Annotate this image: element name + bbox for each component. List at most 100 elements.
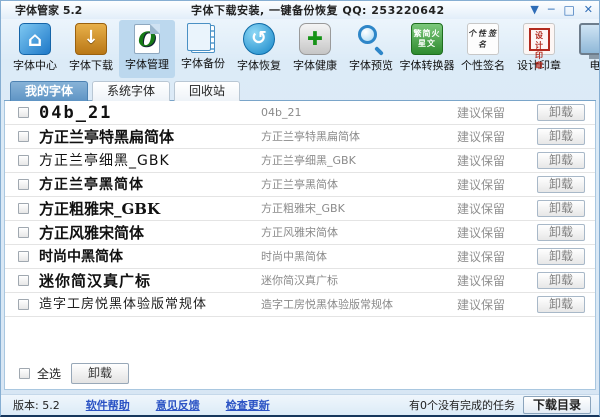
home-glyph: ⌂ xyxy=(20,24,50,54)
tab-bar: 我的字体 系统字体 回收站 xyxy=(4,81,596,101)
row-checkbox[interactable] xyxy=(18,107,29,118)
toolbar-item-font-download[interactable]: ↓ 字体下载 xyxy=(63,20,119,78)
row-checkbox[interactable] xyxy=(18,299,29,310)
toolbar-item-label: 字体转换器 xyxy=(399,57,455,73)
uninstall-selected-button[interactable]: 卸载 xyxy=(71,363,129,384)
row-checkbox[interactable] xyxy=(18,227,29,238)
uninstall-button[interactable]: 卸载 xyxy=(537,224,585,241)
skin-menu-icon[interactable]: ▼ xyxy=(530,1,538,19)
title-bar: 字体管家 5.2 字体下载安装, 一键备份恢复 QQ: 253220642 ▼ … xyxy=(1,1,599,19)
toolbar-item-label: 字体中心 xyxy=(7,57,63,73)
tab-recycle-bin[interactable]: 回收站 xyxy=(174,81,240,101)
toolbar-item-label: 电 xyxy=(567,57,599,73)
uninstall-button[interactable]: 卸载 xyxy=(537,248,585,265)
search-icon xyxy=(355,23,387,55)
font-display-name: 方正风雅宋简体 xyxy=(39,221,144,245)
table-row: 迷你简汉真广标 迷你简汉真广标 建议保留 卸载 xyxy=(5,269,595,293)
row-checkbox[interactable] xyxy=(18,155,29,166)
toolbar-item-label: 个性签名 xyxy=(455,57,511,73)
toolbar-item-label: 字体预览 xyxy=(343,57,399,73)
toolbar-item-label: 字体备份 xyxy=(175,55,231,71)
seal-text: 设计印章 xyxy=(529,28,550,51)
table-row: 造字工房悦黑体验版常规体 造字工房悦黑体验版常规体 建议保留 卸载 xyxy=(5,293,595,317)
toolbar-item-font-center[interactable]: ⌂ 字体中心 xyxy=(7,20,63,78)
font-plain-name: 时尚中黑简体 xyxy=(261,245,327,269)
uninstall-button[interactable]: 卸载 xyxy=(537,200,585,217)
status-bar: 版本: 5.2 软件帮助 意见反馈 检查更新 有0个没有完成的任务 下载目录 xyxy=(1,394,599,415)
font-plain-name: 方正兰亭黑简体 xyxy=(261,173,338,197)
toolbar-item-signature[interactable]: 个性签名 个性签名 xyxy=(455,20,511,78)
maximize-icon[interactable]: □ xyxy=(563,1,574,19)
keep-suggestion-label: 建议保留 xyxy=(457,197,505,221)
restore-glyph: ↺ xyxy=(244,24,274,53)
download-directory-button[interactable]: 下载目录 xyxy=(523,396,591,414)
toolbar-item-label: 字体恢复 xyxy=(231,57,287,73)
toolbar-item-font-preview[interactable]: 字体预览 xyxy=(343,20,399,78)
toolbar-item-font-health[interactable]: ✚ 字体健康 xyxy=(287,20,343,78)
toolbar-item-seal-design[interactable]: 设计印章 设计印章 xyxy=(511,20,567,78)
keep-suggestion-label: 建议保留 xyxy=(457,269,505,293)
uninstall-button[interactable]: 卸载 xyxy=(537,176,585,193)
help-link[interactable]: 软件帮助 xyxy=(86,397,130,413)
toolbar-item-font-backup[interactable]: 字体备份 xyxy=(175,20,231,78)
keep-suggestion-label: 建议保留 xyxy=(457,101,505,125)
toolbar-item-clipped[interactable]: 电 xyxy=(567,20,599,78)
home-icon: ⌂ xyxy=(19,23,51,55)
font-display-name: 04b_21 xyxy=(39,101,112,125)
toolbar-item-font-manage[interactable]: O 字体管理 xyxy=(119,20,175,78)
health-cross-icon: ✚ xyxy=(299,23,331,55)
table-row: 方正风雅宋简体 方正风雅宋简体 建议保留 卸载 xyxy=(5,221,595,245)
seal-icon: 设计印章 xyxy=(523,23,555,55)
uninstall-button[interactable]: 卸载 xyxy=(537,128,585,145)
app-title: 字体管家 5.2 xyxy=(15,2,82,18)
minimize-icon[interactable]: ─ xyxy=(548,1,555,19)
table-row: 方正兰亭细黑_GBK 方正兰亭细黑_GBK 建议保留 卸载 xyxy=(5,149,595,173)
toolbar: ⌂ 字体中心 ↓ 字体下载 O 字体管理 字体备份 ↺ 字体恢复 ✚ 字体健康 … xyxy=(1,20,599,78)
toolbar-item-label: 字体健康 xyxy=(287,57,343,73)
font-plain-name: 迷你简汉真广标 xyxy=(261,269,338,293)
row-checkbox[interactable] xyxy=(18,179,29,190)
toolbar-item-font-converter[interactable]: 繁简火星文 字体转换器 xyxy=(399,20,455,78)
download-glyph: ↓ xyxy=(76,24,106,52)
tab-system-fonts[interactable]: 系统字体 xyxy=(92,81,170,101)
check-update-link[interactable]: 检查更新 xyxy=(226,397,270,413)
font-plain-name: 方正兰亭特黑扁简体 xyxy=(261,125,360,149)
converter-icon: 繁简火星文 xyxy=(411,23,443,55)
tab-my-fonts[interactable]: 我的字体 xyxy=(10,81,88,101)
health-glyph: ✚ xyxy=(300,24,330,54)
restore-undo-icon: ↺ xyxy=(243,23,275,55)
row-checkbox[interactable] xyxy=(18,203,29,214)
font-plain-name: 方正风雅宋简体 xyxy=(261,221,338,245)
font-display-name: 方正粗雅宋_GBK xyxy=(39,197,160,221)
toolbar-item-label: 字体下载 xyxy=(63,57,119,73)
select-all-checkbox[interactable] xyxy=(19,368,30,379)
manage-glyph: O xyxy=(135,25,159,53)
uninstall-button[interactable]: 卸载 xyxy=(537,272,585,289)
uninstall-button[interactable]: 卸载 xyxy=(537,104,585,121)
toolbar-item-font-restore[interactable]: ↺ 字体恢复 xyxy=(231,20,287,78)
monitor-icon xyxy=(579,23,599,55)
keep-suggestion-label: 建议保留 xyxy=(457,221,505,245)
font-plain-name: 方正粗雅宋_GBK xyxy=(261,197,345,221)
toolbar-item-label: 字体管理 xyxy=(119,56,175,72)
uninstall-button[interactable]: 卸载 xyxy=(537,296,585,313)
feedback-link[interactable]: 意见反馈 xyxy=(156,397,200,413)
download-icon: ↓ xyxy=(75,23,107,55)
row-checkbox[interactable] xyxy=(18,131,29,142)
uninstall-button[interactable]: 卸载 xyxy=(537,152,585,169)
signature-icon: 个性签名 xyxy=(467,23,499,55)
font-plain-name: 方正兰亭细黑_GBK xyxy=(261,149,356,173)
font-list: 04b_21 04b_21 建议保留 卸载 方正兰亭特黑扁简体 方正兰亭特黑扁简… xyxy=(4,101,596,390)
keep-suggestion-label: 建议保留 xyxy=(457,149,505,173)
font-display-name: 时尚中黑简体 xyxy=(39,245,123,269)
window-controls: ▼ ─ □ ✕ xyxy=(530,1,593,19)
version-label: 版本: 5.2 xyxy=(13,397,60,413)
row-checkbox[interactable] xyxy=(18,251,29,262)
font-display-name: 方正兰亭特黑扁简体 xyxy=(39,125,174,149)
close-icon[interactable]: ✕ xyxy=(584,1,593,19)
row-checkbox[interactable] xyxy=(18,275,29,286)
list-footer: 全选 卸载 xyxy=(5,363,595,385)
font-plain-name: 04b_21 xyxy=(261,101,301,125)
table-row: 方正兰亭黑简体 方正兰亭黑简体 建议保留 卸载 xyxy=(5,173,595,197)
table-row: 时尚中黑简体 时尚中黑简体 建议保留 卸载 xyxy=(5,245,595,269)
